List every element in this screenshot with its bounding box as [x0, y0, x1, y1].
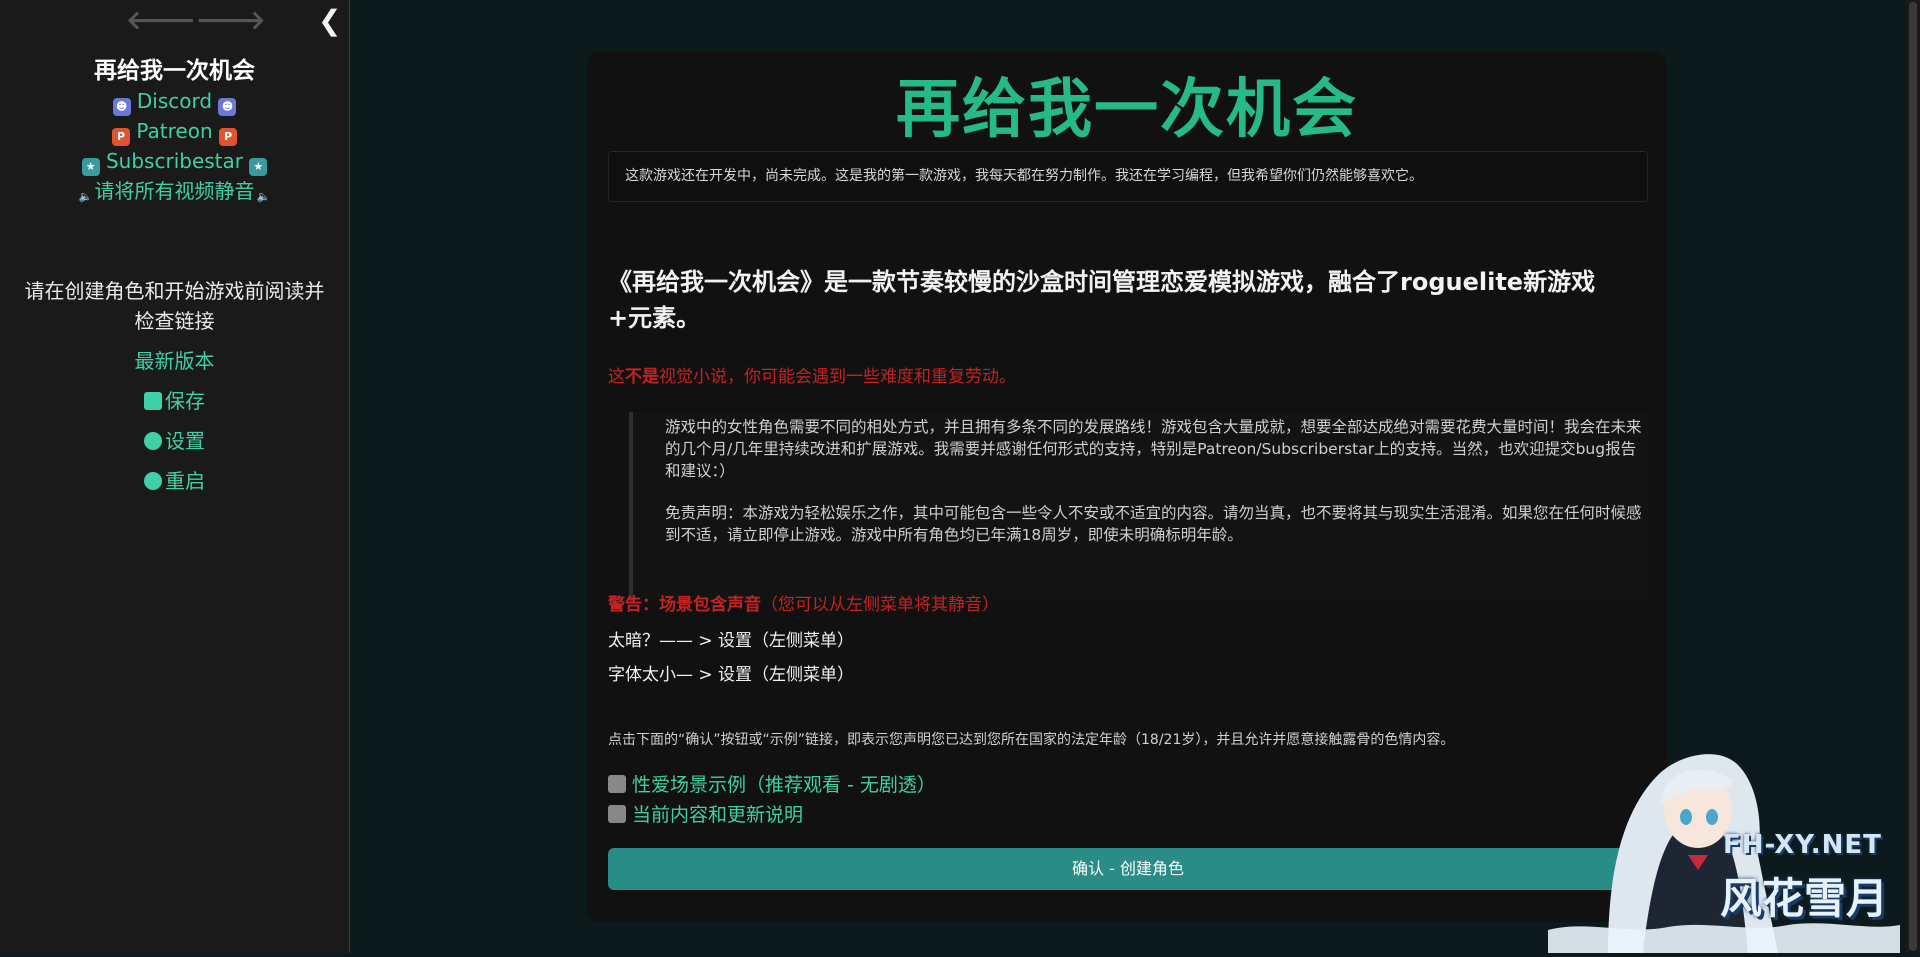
subscribestar-icon: ★ — [81, 158, 100, 176]
mute-icon: 🔈 — [78, 190, 93, 203]
scrollbar[interactable] — [1906, 0, 1920, 953]
confirm-create-character-button[interactable]: 确认 - 创建角色 — [608, 848, 1648, 890]
menu-save-label: 保存 — [165, 389, 205, 413]
info-blockquote: 游戏中的女性角色需要不同的相处方式，并且拥有多条不同的发展路线！游戏包含大量成就… — [629, 412, 1649, 602]
sample-scene-link[interactable]: 性爱场景示例（推荐观看 - 无剧透） — [608, 770, 936, 800]
menu-settings[interactable]: 设置 — [0, 426, 349, 456]
mute-icon: 🔈 — [256, 190, 271, 203]
update-notes-link[interactable]: 当前内容和更新说明 — [608, 800, 803, 830]
gear-icon — [144, 432, 162, 450]
quote-paragraph-disclaimer: 免责声明：本游戏为轻松娱乐之作，其中可能包含一些令人不安或不适宜的内容。请勿当真… — [665, 504, 1642, 544]
patreon-icon: P — [112, 128, 130, 146]
sidebar-note: 请在创建角色和开始游戏前阅读并检查链接 — [24, 279, 325, 333]
discord-icon: ☻ — [218, 98, 237, 116]
dev-notice: 这款游戏还在开发中，尚未完成。这是我的第一款游戏，我每天都在努力制作。我还在学习… — [608, 151, 1648, 202]
sidebar: 🡐 🡒 ❮ 再给我一次机会 ☻ Discord ☻ P Patreon P ★ … — [0, 0, 350, 953]
game-title: 再给我一次机会 — [896, 73, 1358, 147]
sound-warning-bold: 警告：场景包含声音 — [608, 595, 761, 615]
menu-latest-version-label: 最新版本 — [134, 349, 215, 373]
menu-settings-label: 设置 — [165, 429, 205, 453]
patreon-icon: P — [218, 128, 237, 146]
passage: 再给我一次机会 这款游戏还在开发中，尚未完成。这是我的第一款游戏，我每天都在努力… — [587, 52, 1667, 922]
scrollbar-thumb[interactable] — [1909, 2, 1917, 951]
discord-link[interactable]: ☻ Discord ☻ — [0, 86, 349, 116]
watermark-site: FH-XY.NET — [1723, 830, 1882, 860]
back-arrow-icon[interactable]: 🡐 — [126, 6, 196, 36]
not-visual-novel-notice: 这不是视觉小说，你可能会遇到一些难度和重复劳动。 — [608, 364, 1016, 390]
mute-videos-link[interactable]: 🔈 请将所有视频静音 🔈 — [0, 176, 349, 206]
intro-bold: 较慢的 — [944, 268, 1016, 296]
menu-latest-version[interactable]: 最新版本 — [0, 346, 349, 376]
menu-restart-label: 重启 — [165, 469, 205, 493]
forward-arrow-icon[interactable]: 🡒 — [196, 6, 266, 36]
story-title: 再给我一次机会 — [94, 58, 255, 84]
patreon-link[interactable]: P Patreon P — [0, 116, 349, 146]
watermark: FH-XY.NET 风花雪月 — [1548, 735, 1900, 953]
movie-camera-icon — [608, 775, 626, 793]
history-nav: 🡐 🡒 ❮ — [0, 0, 349, 44]
sound-warning: 警告：场景包含声音（您可以从左侧菜单将其静音） — [608, 592, 999, 618]
subscribestar-link-label: Subscribestar — [105, 149, 243, 173]
sound-warning-rest: （您可以从左侧菜单将其静音） — [761, 595, 999, 615]
watermark-name: 风花雪月 — [1720, 874, 1889, 923]
not-vn-bold: 不是 — [625, 367, 659, 387]
intro-text: 《再给我一次机会》是一款节奏较慢的沙盒时间管理恋爱模拟游戏，融合了rogueli… — [608, 264, 1638, 336]
scroll-icon — [608, 805, 626, 823]
hint-font-small: 字体太小— > 设置（左侧菜单） — [608, 665, 855, 685]
discord-link-label: Discord — [136, 89, 213, 113]
patreon-link-label: Patreon — [136, 119, 213, 143]
discord-icon: ☻ — [112, 98, 131, 116]
sample-scene-label: 性爱场景示例（推荐观看 - 无剧透） — [632, 774, 936, 796]
subscribestar-link[interactable]: ★ Subscribestar ★ — [0, 146, 349, 176]
collapse-sidebar-icon[interactable]: ❮ — [318, 6, 341, 36]
not-vn-post: 视觉小说，你可能会遇到一些难度和重复劳动。 — [659, 367, 1016, 387]
not-vn-pre: 这 — [608, 367, 625, 387]
subscribestar-icon: ★ — [249, 158, 268, 176]
intro-pre: 《再给我一次机会》是一款节奏 — [608, 268, 944, 296]
mute-videos-label: 请将所有视频静音 — [94, 179, 255, 203]
age-confirmation-text: 点击下面的“确认”按钮或“示例”链接，即表示您声明您已达到您所在国家的法定年龄（… — [608, 732, 1455, 748]
hint-too-dark: 太暗？—— > 设置（左侧菜单） — [608, 631, 855, 651]
menu-save[interactable]: 保存 — [0, 386, 349, 416]
menu-restart[interactable]: 重启 — [0, 466, 349, 496]
save-icon — [144, 392, 162, 410]
update-notes-label: 当前内容和更新说明 — [632, 804, 804, 826]
power-icon — [144, 472, 162, 490]
quote-paragraph-routes: 游戏中的女性角色需要不同的相处方式，并且拥有多条不同的发展路线！游戏包含大量成就… — [665, 418, 1642, 480]
